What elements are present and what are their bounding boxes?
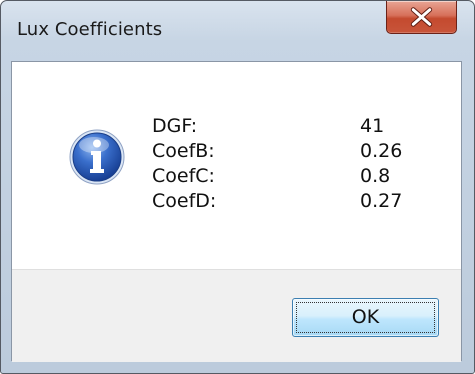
row-label-coefc: CoefC: bbox=[152, 165, 215, 187]
row-label-dgf: DGF: bbox=[152, 115, 198, 137]
info-icon bbox=[69, 129, 125, 185]
ok-button-label: OK bbox=[351, 306, 380, 328]
row-value-coefb: 0.26 bbox=[360, 140, 403, 162]
row-label-coefb: CoefB: bbox=[152, 140, 215, 162]
dialog-content: DGF: CoefB: CoefC: CoefD: 41 0.26 0.8 0.… bbox=[11, 61, 462, 362]
row-label-coefd: CoefD: bbox=[152, 190, 217, 212]
row-value-coefd: 0.27 bbox=[360, 190, 403, 212]
title-bar[interactable]: Lux Coefficients bbox=[1, 1, 474, 61]
coefficient-values: 41 0.26 0.8 0.27 bbox=[360, 114, 402, 214]
coefficient-labels: DGF: CoefB: CoefC: CoefD: bbox=[152, 114, 216, 214]
ok-button[interactable]: OK bbox=[292, 298, 439, 337]
close-button[interactable] bbox=[386, 1, 457, 34]
close-icon bbox=[410, 7, 433, 27]
row-value-dgf: 41 bbox=[360, 115, 385, 137]
dialog-window: Lux Coefficients DGF: CoefB: CoefC: Coef… bbox=[0, 0, 475, 374]
button-bar: OK bbox=[12, 269, 461, 362]
row-value-coefc: 0.8 bbox=[360, 165, 391, 187]
window-title: Lux Coefficients bbox=[17, 19, 163, 40]
message-panel: DGF: CoefB: CoefC: CoefD: 41 0.26 0.8 0.… bbox=[12, 62, 461, 269]
window-bottom-border bbox=[1, 361, 474, 373]
